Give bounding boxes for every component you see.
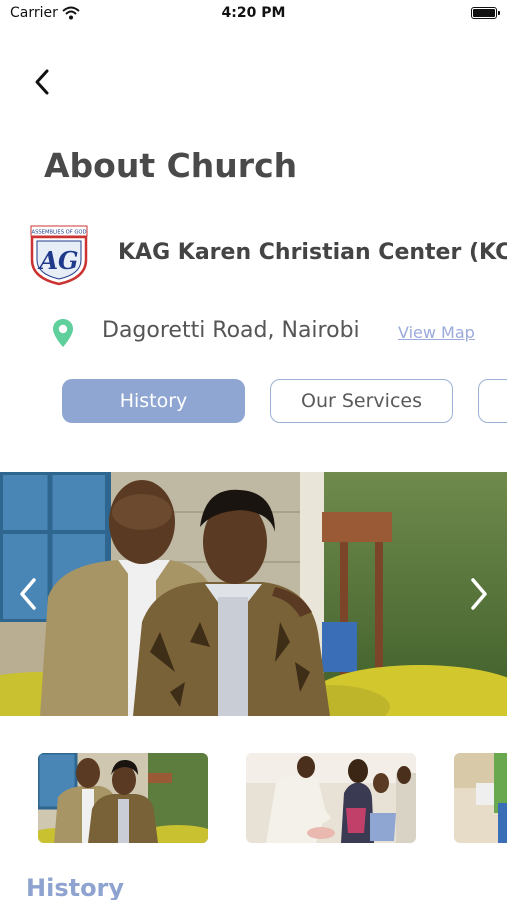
photo-carousel[interactable] — [0, 472, 507, 716]
logo-top-text: ASSEMBLIES OF GOD — [32, 230, 87, 236]
status-bar: Carrier 4:20 PM — [0, 0, 507, 28]
carousel-prev-button[interactable] — [15, 576, 45, 612]
about-church-screen: Carrier 4:20 PM About Church ASSEMBLIES … — [0, 0, 507, 900]
church-name: KAG Karen Christian Center (KC — [118, 240, 507, 265]
page-title: About Church — [44, 146, 298, 185]
logo-letters: AG — [37, 246, 78, 275]
church-logo: ASSEMBLIES OF GOD AG — [28, 224, 90, 286]
chevron-left-icon — [35, 69, 49, 95]
gallery-thumbnail-3[interactable] — [454, 753, 507, 843]
gallery-thumbnail-1[interactable] — [38, 753, 208, 843]
church-address: Dagoretti Road, Nairobi — [102, 318, 360, 343]
status-time: 4:20 PM — [221, 5, 286, 21]
view-map-link[interactable]: View Map — [398, 323, 475, 342]
tab-history[interactable]: History — [62, 379, 245, 423]
back-button[interactable] — [28, 64, 60, 100]
chevron-left-icon — [20, 578, 36, 610]
gallery-thumbnail-2[interactable] — [246, 753, 416, 843]
chevron-right-icon — [471, 578, 487, 610]
location-pin-icon — [52, 318, 74, 352]
tab-next[interactable] — [478, 379, 507, 423]
tab-our-services[interactable]: Our Services — [270, 379, 453, 423]
history-section-heading: History — [26, 874, 125, 900]
battery-icon — [471, 7, 500, 19]
carousel-photo — [0, 472, 507, 716]
carousel-next-button[interactable] — [463, 576, 493, 612]
